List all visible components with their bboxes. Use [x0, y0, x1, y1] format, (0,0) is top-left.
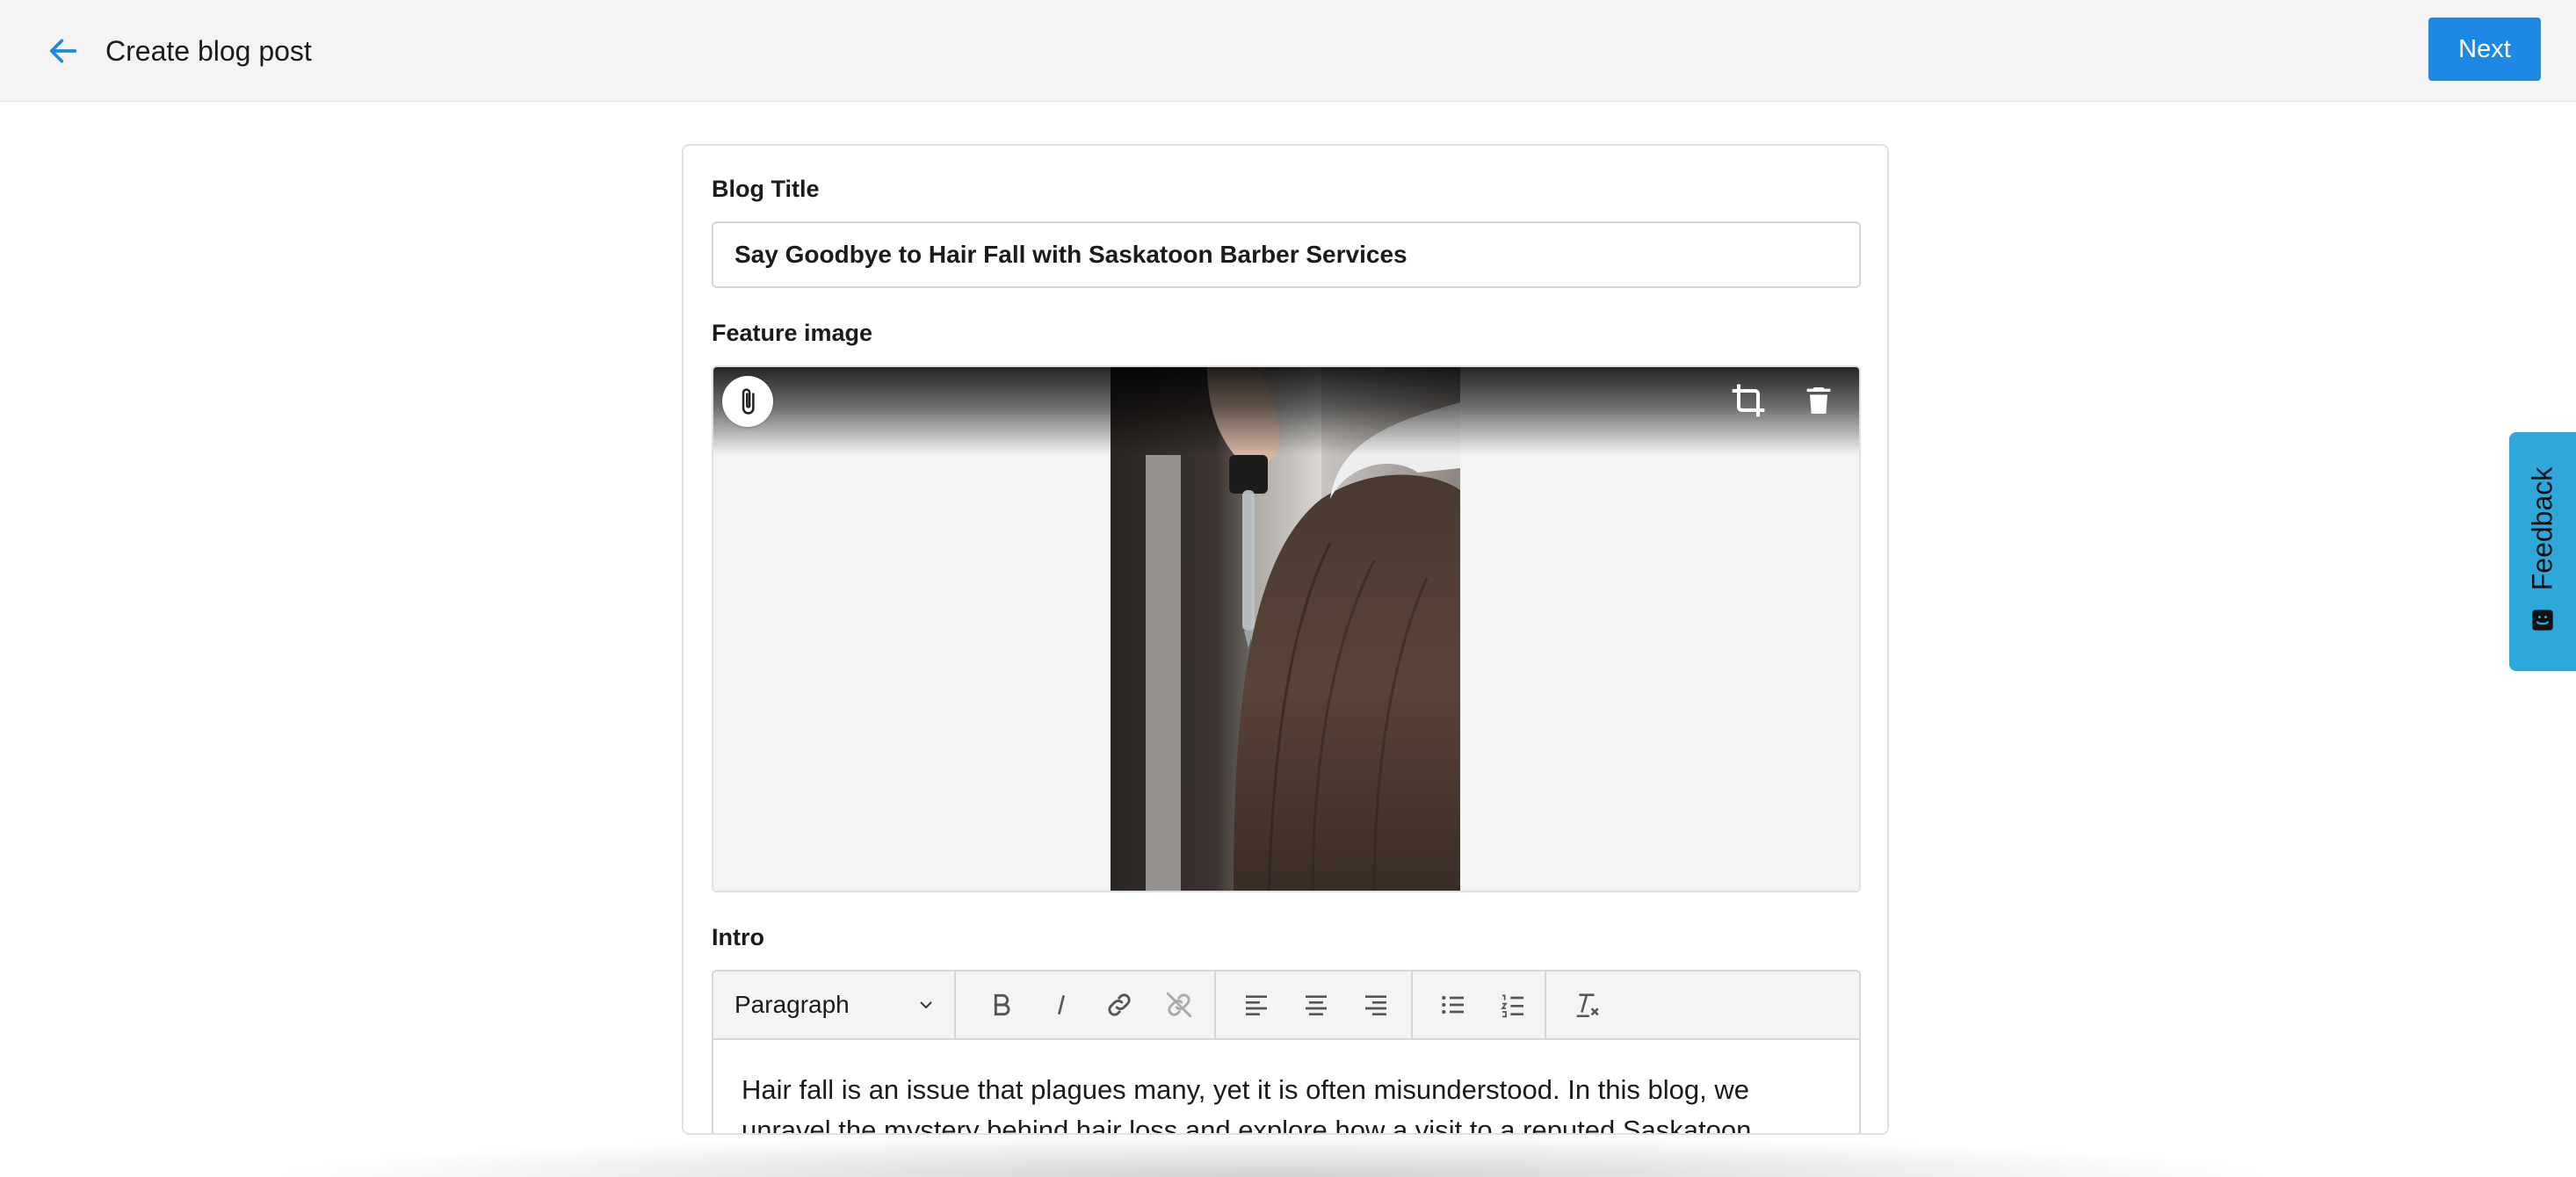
clear-formatting-button[interactable]: [1566, 984, 1608, 1026]
top-bar: Create blog post Next: [0, 0, 2576, 102]
feedback-tab[interactable]: Feedback: [2509, 432, 2576, 671]
block-format-value: Paragraph: [734, 991, 850, 1018]
numbered-list-icon: [1501, 994, 1523, 1018]
align-left-icon: [1246, 995, 1267, 1015]
paperclip-icon: [742, 388, 755, 415]
clear-formatting-icon: [1576, 993, 1599, 1018]
align-center-icon: [1306, 995, 1327, 1015]
numbered-list-button[interactable]: [1492, 984, 1534, 1026]
feature-image-area[interactable]: [712, 365, 1861, 892]
back-button[interactable]: [42, 30, 84, 72]
bullet-list-button[interactable]: [1432, 984, 1474, 1026]
bottom-shadow: [264, 1133, 2284, 1177]
link-icon: [1108, 993, 1131, 1016]
intro-editor: Paragraph Hair fall is an issue that pla…: [712, 970, 1861, 1133]
bold-icon: [994, 993, 1010, 1016]
italic-button[interactable]: [1040, 984, 1082, 1026]
bullet-list-icon: [1442, 995, 1464, 1015]
page-title: Create blog post: [105, 35, 312, 67]
arrow-left-icon: [49, 39, 77, 63]
crop-icon: [1732, 384, 1765, 417]
intro-label: Intro: [712, 924, 764, 950]
toolbar-divider: [1411, 971, 1413, 1038]
italic-icon: [1058, 995, 1065, 1015]
toolbar-divider: [1545, 971, 1546, 1038]
align-center-button[interactable]: [1295, 984, 1337, 1026]
unlink-button[interactable]: [1158, 984, 1200, 1026]
attach-image-button[interactable]: [722, 376, 773, 427]
blog-title-label: Blog Title: [712, 176, 820, 202]
blog-form-card: Blog Title Feature image: [682, 144, 1889, 1135]
blog-title-input[interactable]: [712, 221, 1861, 288]
feature-image-label: Feature image: [712, 320, 873, 346]
align-right-button[interactable]: [1355, 984, 1397, 1026]
align-right-icon: [1365, 995, 1386, 1015]
bold-button[interactable]: [980, 984, 1023, 1026]
editor-toolbar: Paragraph: [713, 971, 1859, 1040]
feedback-label: Feedback: [2526, 466, 2558, 591]
smiley-chat-icon: [2532, 610, 2553, 631]
trash-icon: [1806, 387, 1831, 414]
align-left-button[interactable]: [1235, 984, 1277, 1026]
delete-image-button[interactable]: [1794, 376, 1843, 425]
block-format-select[interactable]: Paragraph: [713, 971, 956, 1038]
crop-image-button[interactable]: [1724, 376, 1773, 425]
link-button[interactable]: [1098, 984, 1140, 1026]
unlink-icon: [1166, 992, 1192, 1018]
chevron-down-icon: [920, 1001, 932, 1009]
image-toolbar-shade: [713, 367, 1859, 455]
next-button[interactable]: Next: [2428, 18, 2541, 81]
toolbar-divider: [1214, 971, 1216, 1038]
intro-text[interactable]: Hair fall is an issue that plagues many,…: [713, 1040, 1859, 1133]
